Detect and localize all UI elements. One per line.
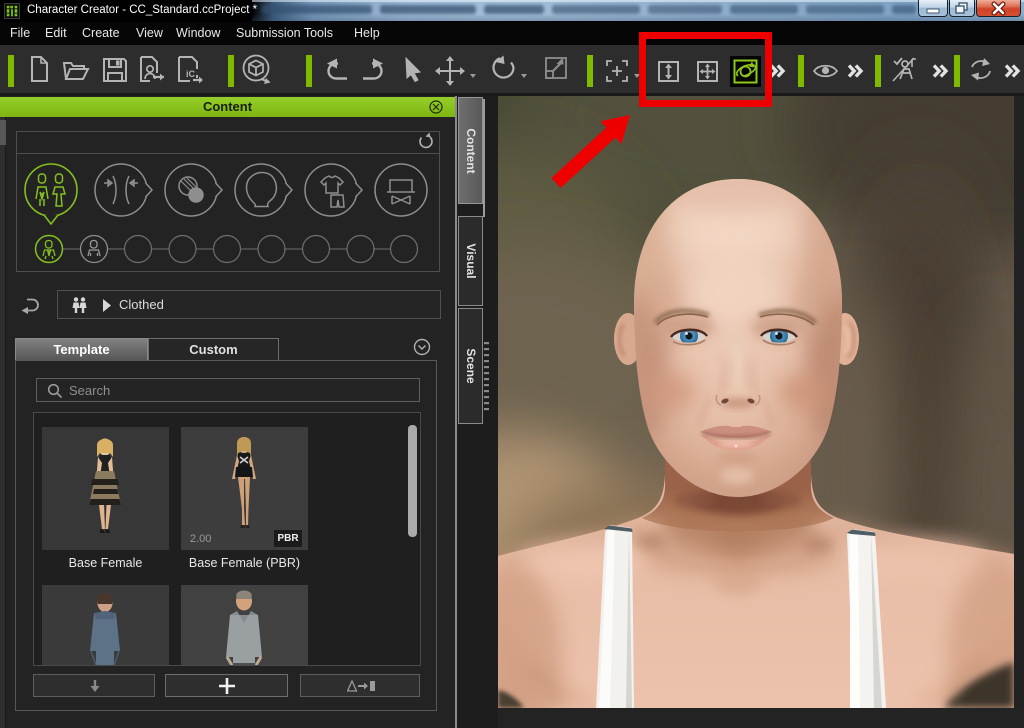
svg-text:iC: iC [186,69,196,79]
